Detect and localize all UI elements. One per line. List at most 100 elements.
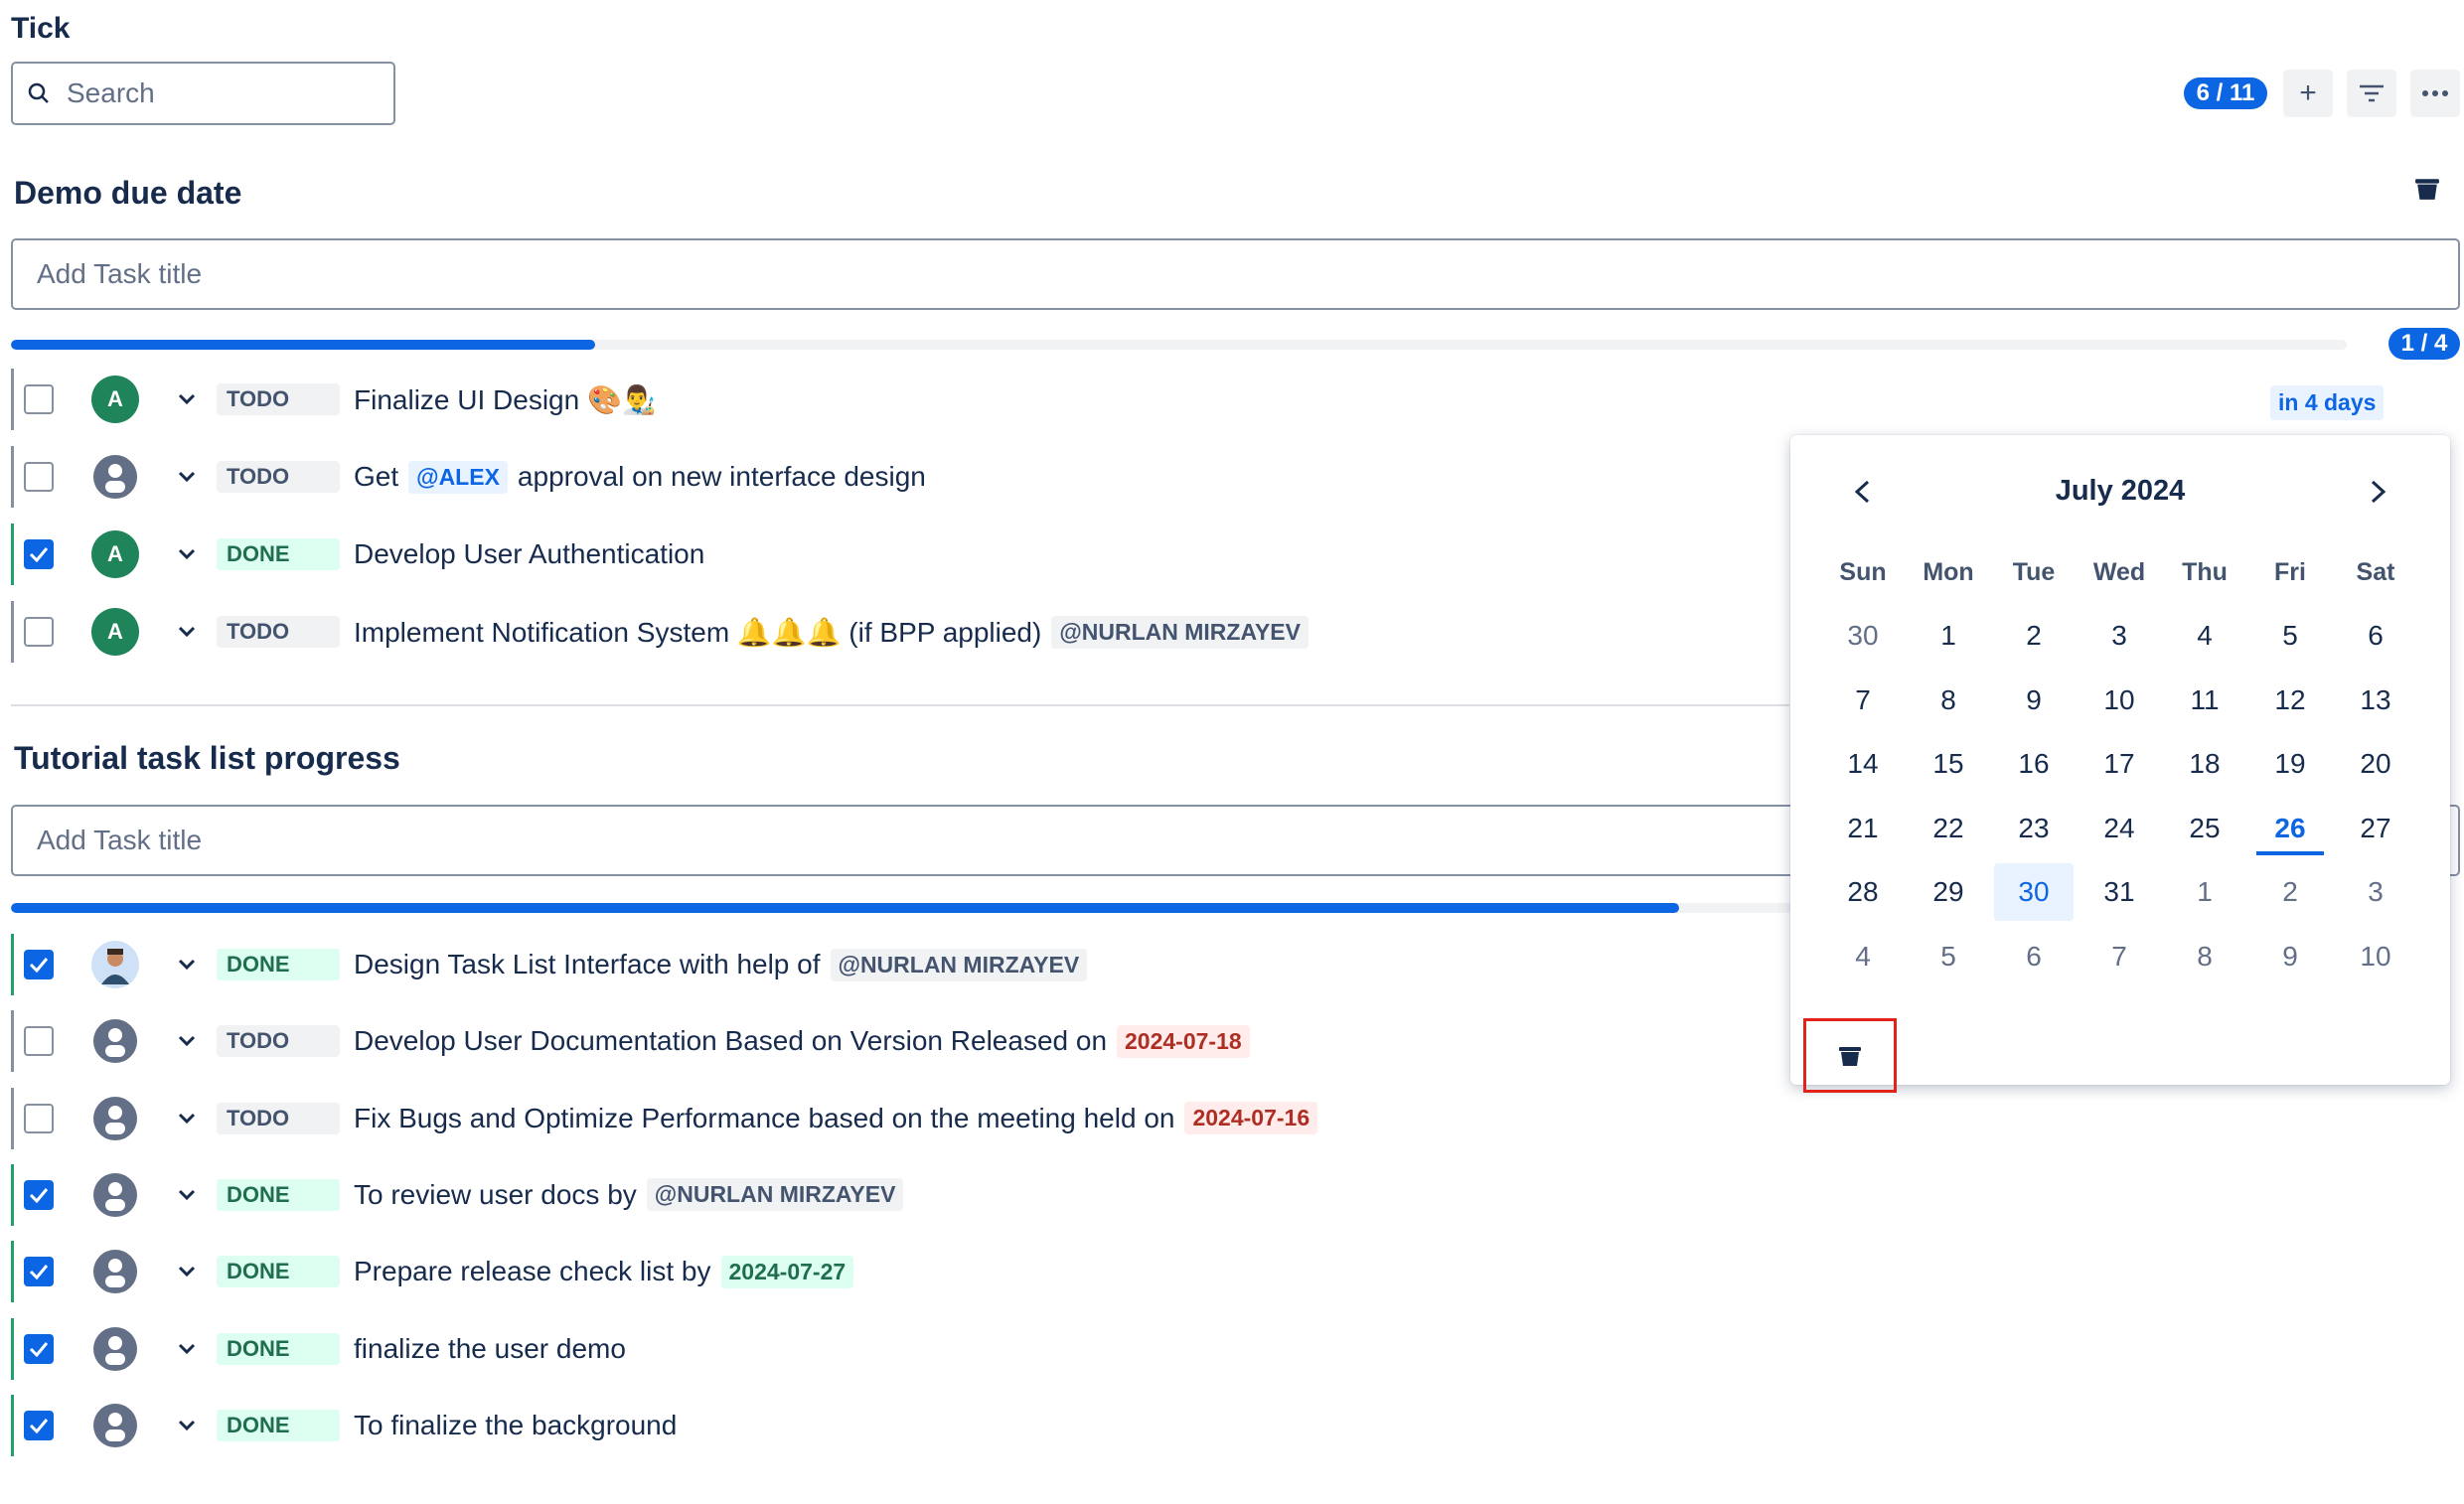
date-lozenge[interactable]: 2024-07-16 xyxy=(1184,1102,1318,1135)
mention[interactable]: @NURLAN MIRZAYEV xyxy=(646,1178,904,1212)
calendar-day[interactable]: 1 xyxy=(1909,607,1988,665)
calendar-day[interactable]: 3 xyxy=(2336,863,2415,921)
task-checkbox[interactable] xyxy=(24,384,54,414)
expand-button[interactable] xyxy=(175,959,199,971)
date-lozenge[interactable]: 2024-07-18 xyxy=(1117,1024,1250,1058)
calendar-day[interactable]: 15 xyxy=(1909,735,1988,793)
status-lozenge[interactable]: TODO xyxy=(217,1025,340,1058)
status-lozenge[interactable]: DONE xyxy=(217,538,340,570)
mention[interactable]: @NURLAN MIRZAYEV xyxy=(830,948,1088,981)
task-checkbox[interactable] xyxy=(24,950,54,979)
task-checkbox[interactable] xyxy=(24,462,54,492)
filter-button[interactable] xyxy=(2347,70,2396,117)
add-button[interactable]: + xyxy=(2283,70,2333,117)
calendar-day[interactable]: 27 xyxy=(2336,800,2415,857)
expand-button[interactable] xyxy=(175,1035,199,1047)
calendar-day[interactable]: 21 xyxy=(1823,800,1903,857)
next-month-button[interactable] xyxy=(2369,479,2388,505)
avatar[interactable] xyxy=(91,1094,139,1142)
expand-button[interactable] xyxy=(175,1189,199,1201)
avatar[interactable] xyxy=(91,1017,139,1066)
avatar[interactable] xyxy=(91,1170,139,1219)
expand-button[interactable] xyxy=(175,1343,199,1355)
search-input[interactable]: Search xyxy=(11,62,395,125)
avatar[interactable] xyxy=(91,1401,139,1449)
task-title[interactable]: Prepare release check list by 2024-07-27 xyxy=(354,1255,854,1288)
calendar-day[interactable]: 10 xyxy=(2336,928,2415,985)
task-title[interactable]: Develop User Authentication xyxy=(354,538,704,570)
calendar-day[interactable]: 7 xyxy=(1823,672,1903,729)
task-title[interactable]: Implement Notification System 🔔🔔🔔 (if BP… xyxy=(354,615,1309,649)
status-lozenge[interactable]: TODO xyxy=(217,1102,340,1134)
calendar-day[interactable]: 16 xyxy=(1994,735,2074,793)
calendar-day[interactable]: 9 xyxy=(1994,672,2074,729)
task-title[interactable]: To review user docs by @NURLAN MIRZAYEV xyxy=(354,1178,904,1212)
calendar-day[interactable]: 9 xyxy=(2250,928,2330,985)
calendar-day[interactable]: 8 xyxy=(1909,672,1988,729)
status-lozenge[interactable]: TODO xyxy=(217,461,340,493)
task-title[interactable]: Design Task List Interface with help of @… xyxy=(354,948,1088,981)
calendar-day[interactable]: 7 xyxy=(2079,928,2159,985)
avatar[interactable]: A xyxy=(91,376,139,423)
avatar[interactable] xyxy=(91,453,139,501)
date-lozenge[interactable]: 2024-07-27 xyxy=(720,1255,854,1288)
calendar-day[interactable]: 13 xyxy=(2336,672,2415,729)
expand-button[interactable] xyxy=(175,471,199,483)
calendar-day[interactable]: 14 xyxy=(1823,735,1903,793)
calendar-day[interactable]: 5 xyxy=(2250,607,2330,665)
status-lozenge[interactable]: TODO xyxy=(217,616,340,648)
task-title[interactable]: Develop User Documentation Based on Vers… xyxy=(354,1024,1250,1058)
calendar-day[interactable]: 5 xyxy=(1909,928,1988,985)
calendar-day[interactable]: 28 xyxy=(1823,863,1903,921)
calendar-day[interactable]: 10 xyxy=(2079,672,2159,729)
task-checkbox[interactable] xyxy=(24,1179,54,1210)
task-checkbox[interactable] xyxy=(24,1257,54,1287)
status-lozenge[interactable]: DONE xyxy=(217,949,340,980)
task-checkbox[interactable] xyxy=(24,1103,54,1133)
expand-button[interactable] xyxy=(175,1266,199,1278)
calendar-day[interactable]: 17 xyxy=(2079,735,2159,793)
avatar[interactable] xyxy=(91,941,139,988)
task-checkbox[interactable] xyxy=(24,539,54,569)
status-lozenge[interactable]: DONE xyxy=(217,1409,340,1441)
avatar[interactable]: A xyxy=(91,608,139,656)
calendar-day[interactable]: 22 xyxy=(1909,800,1988,857)
task-checkbox[interactable] xyxy=(24,1410,54,1440)
clear-date-button[interactable] xyxy=(1803,1018,1897,1093)
calendar-day[interactable]: 23 xyxy=(1994,800,2074,857)
calendar-day[interactable]: 1 xyxy=(2165,863,2244,921)
status-lozenge[interactable]: DONE xyxy=(217,1256,340,1288)
expand-button[interactable] xyxy=(175,1113,199,1125)
calendar-day[interactable]: 4 xyxy=(2165,607,2244,665)
calendar-day[interactable]: 2 xyxy=(2250,863,2330,921)
mention[interactable]: @ALEX xyxy=(408,460,508,494)
calendar-day[interactable]: 30 xyxy=(1823,607,1903,665)
task-title[interactable]: Get @ALEX approval on new interface design xyxy=(354,460,926,494)
calendar-day[interactable]: 8 xyxy=(2165,928,2244,985)
calendar-day[interactable]: 26 xyxy=(2250,800,2330,857)
expand-button[interactable] xyxy=(175,626,199,638)
calendar-day[interactable]: 20 xyxy=(2336,735,2415,793)
avatar[interactable]: A xyxy=(91,530,139,578)
task-title[interactable]: Fix Bugs and Optimize Performance based … xyxy=(354,1102,1318,1135)
status-lozenge[interactable]: DONE xyxy=(217,1332,340,1365)
task-checkbox[interactable] xyxy=(24,1026,54,1057)
add-task-input[interactable]: Add Task title xyxy=(11,238,2460,310)
status-lozenge[interactable]: TODO xyxy=(217,383,340,415)
delete-list-button[interactable] xyxy=(2414,177,2440,206)
calendar-day[interactable]: 2 xyxy=(1994,607,2074,665)
calendar-day[interactable]: 6 xyxy=(1994,928,2074,985)
calendar-day[interactable]: 4 xyxy=(1823,928,1903,985)
task-title[interactable]: To finalize the background xyxy=(354,1410,677,1441)
calendar-day[interactable]: 6 xyxy=(2336,607,2415,665)
calendar-day[interactable]: 25 xyxy=(2165,800,2244,857)
calendar-day[interactable]: 11 xyxy=(2165,672,2244,729)
expand-button[interactable] xyxy=(175,393,199,405)
more-button[interactable] xyxy=(2410,70,2460,117)
due-date-lozenge[interactable]: in 4 days xyxy=(2270,385,2385,420)
task-title[interactable]: finalize the user demo xyxy=(354,1333,626,1365)
task-checkbox[interactable] xyxy=(24,1333,54,1364)
calendar-day[interactable]: 24 xyxy=(2079,800,2159,857)
calendar-day[interactable]: 12 xyxy=(2250,672,2330,729)
expand-button[interactable] xyxy=(175,548,199,560)
